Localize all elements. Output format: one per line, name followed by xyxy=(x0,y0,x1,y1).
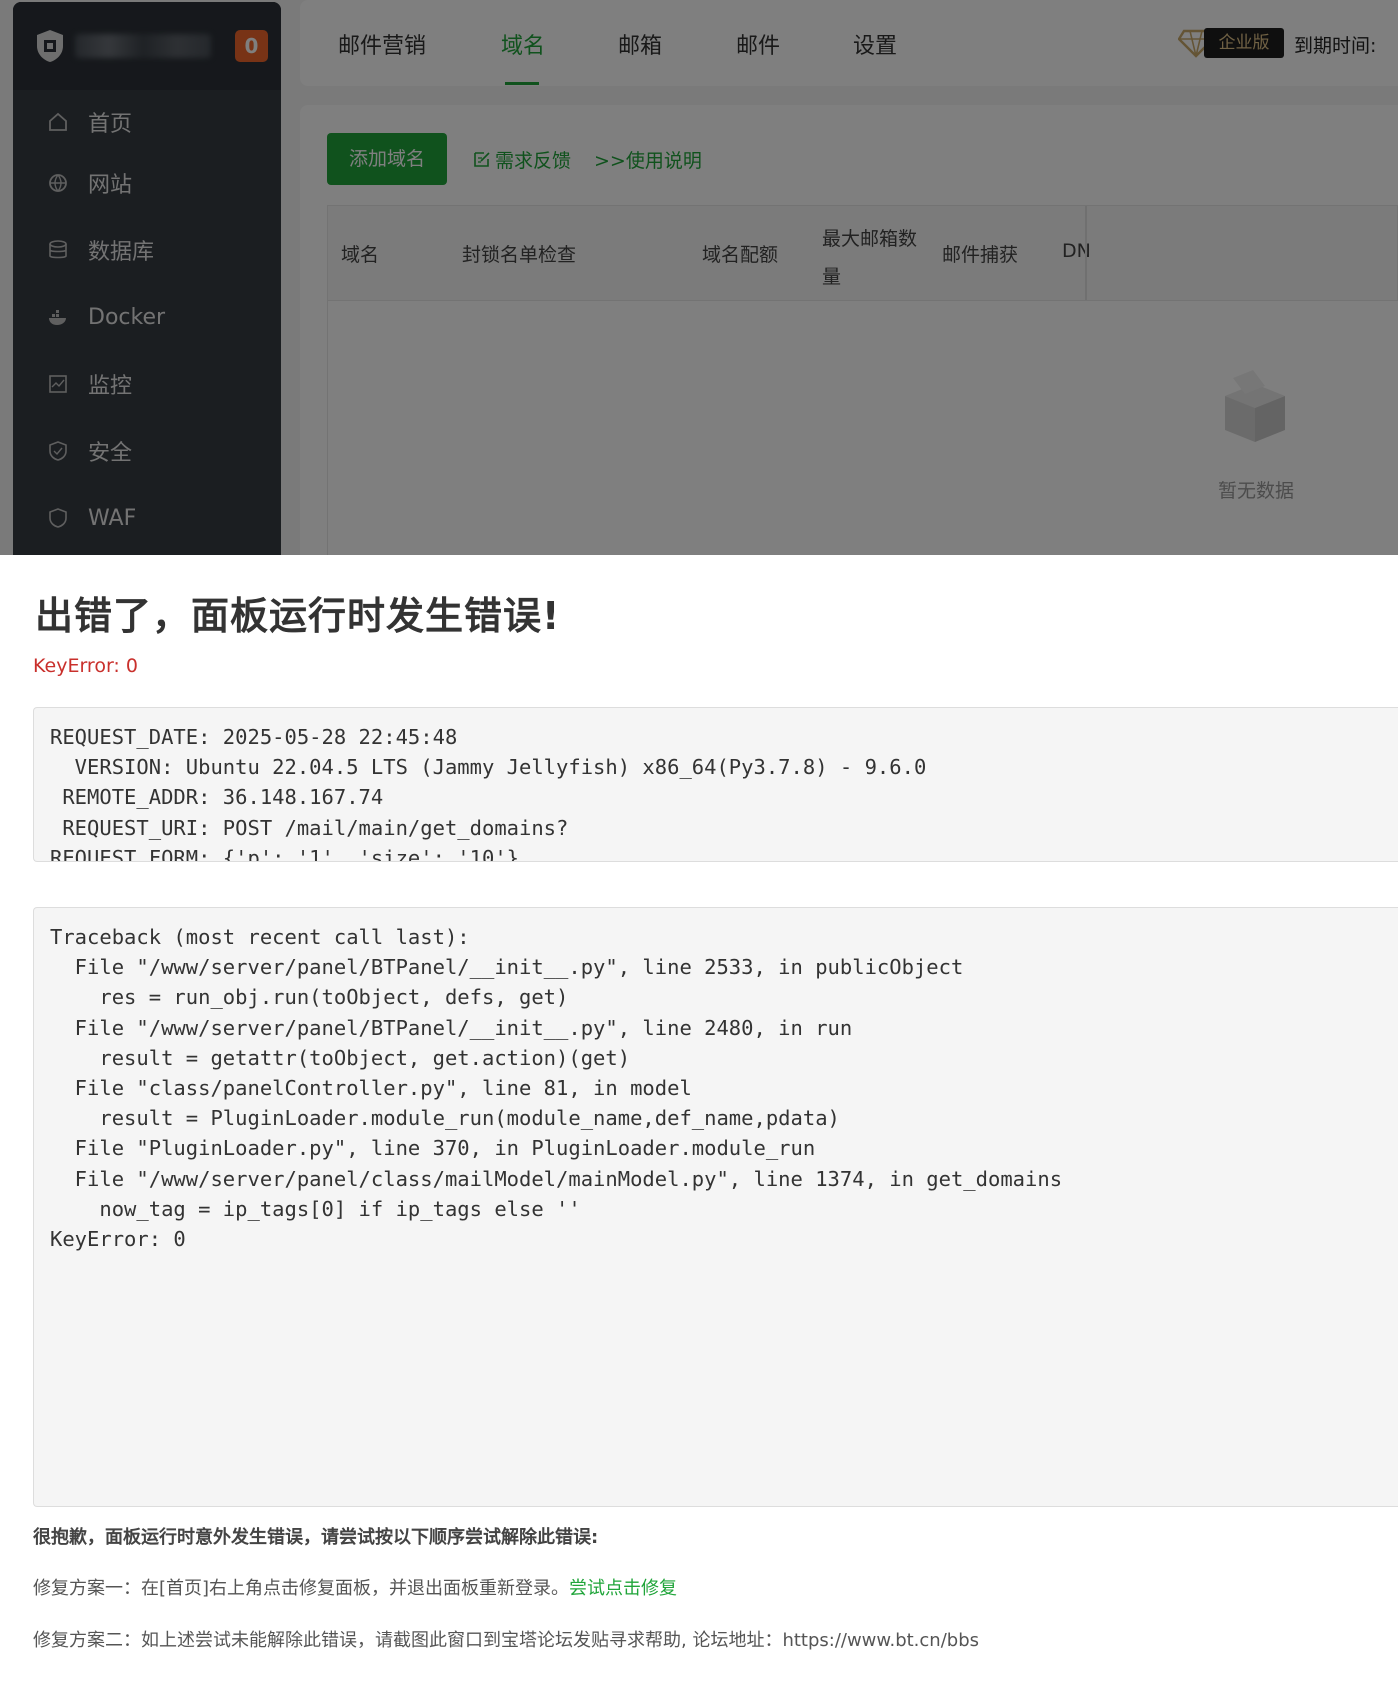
traceback-text: Traceback (most recent call last): File … xyxy=(50,925,1063,1252)
request-info-box[interactable]: REQUEST_DATE: 2025-05-28 22:45:48 VERSIO… xyxy=(33,707,1398,862)
fix-option-two: 修复方案二：如上述尝试未能解除此错误，请截图此窗口到宝塔论坛发贴寻求帮助, 论坛… xyxy=(33,1630,979,1651)
error-title: 出错了，面板运行时发生错误! xyxy=(35,594,561,638)
error-dialog: 出错了，面板运行时发生错误! KeyError: 0 REQUEST_DATE:… xyxy=(0,555,1398,1703)
error-summary: KeyError: 0 xyxy=(33,655,138,677)
try-repair-link[interactable]: 尝试点击修复 xyxy=(569,1578,677,1599)
help-heading: 很抱歉，面板运行时意外发生错误，请尝试按以下顺序尝试解除此错误: xyxy=(33,1527,599,1548)
traceback-box[interactable]: Traceback (most recent call last): File … xyxy=(33,907,1398,1507)
fix-option-one: 修复方案一：在[首页]右上角点击修复面板，并退出面板重新登录。尝试点击修复 xyxy=(33,1574,677,1600)
request-info-text: REQUEST_DATE: 2025-05-28 22:45:48 VERSIO… xyxy=(50,725,927,862)
fix-option-one-text: 修复方案一：在[首页]右上角点击修复面板，并退出面板重新登录。 xyxy=(33,1578,570,1599)
